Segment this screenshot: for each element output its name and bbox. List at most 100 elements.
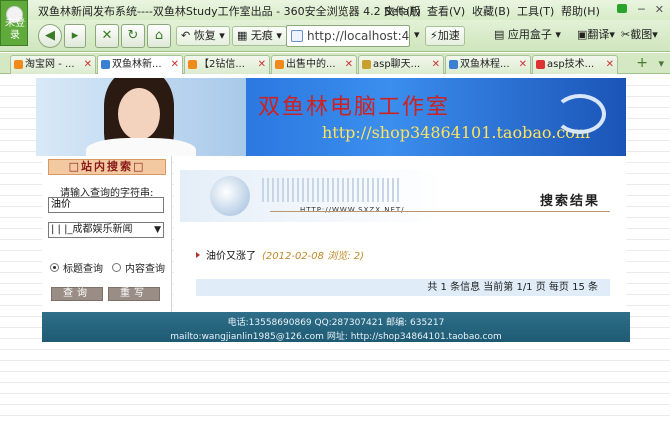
footer-links[interactable]: mailto:wangjianlin1985@126.com 网址: http:… <box>42 329 630 342</box>
tab-list-icon[interactable]: ▾ <box>658 57 664 70</box>
taobao-icon <box>14 60 23 69</box>
tab-label: 出售中的... <box>286 59 336 70</box>
page-icon <box>449 60 458 69</box>
tab-asp-tech[interactable]: asp技术... ✕ <box>532 55 618 74</box>
address-bar[interactable]: http://localhost:45 <box>286 25 410 47</box>
tab-label: 淘宝网 - ... <box>25 59 75 70</box>
header-divider <box>270 211 610 212</box>
tab-label: 双鱼林新... <box>112 59 162 70</box>
globe-icon <box>210 176 250 216</box>
close-tab-icon[interactable]: ✕ <box>84 56 92 73</box>
tab-strip: 淘宝网 - ... ✕ 双鱼林新... ✕ 【2钻信... ✕ 出售中的... … <box>0 53 670 74</box>
no-trace-button[interactable]: ▦ 无痕 ▾ <box>232 26 287 46</box>
tab-shuangyulin-program[interactable]: 双鱼林程... ✕ <box>445 55 531 74</box>
menu-view[interactable]: 查看(V) <box>427 3 465 19</box>
menu-help[interactable]: 帮助(H) <box>561 3 600 19</box>
restore-label: 恢复 <box>193 29 216 42</box>
results-title: 搜索结果 <box>540 194 601 209</box>
app-box-label: 应用盒子 <box>507 28 552 41</box>
no-trace-label: 无痕 <box>250 29 273 42</box>
restore-button[interactable]: ↶ 恢复 ▾ <box>176 26 230 46</box>
result-title-link[interactable]: 油价又涨了 <box>206 247 256 262</box>
refresh-icon[interactable]: ↻ <box>121 24 145 48</box>
result-item: 油价又涨了 (2012-02-08 浏览: 2) <box>196 247 364 262</box>
browser-titlebar: 双鱼林新闻发布系统----双鱼林Study工作室出品 - 360安全浏览器 4.… <box>0 0 670 20</box>
site-footer: 电话:13558690869 QQ:287307421 邮编: 635217 m… <box>42 312 630 342</box>
tab-label: asp聊天... <box>373 59 421 70</box>
forward-icon[interactable]: ▸ <box>64 24 86 48</box>
bullet-icon <box>196 251 200 258</box>
taobao-icon <box>188 60 197 69</box>
radio-content-button[interactable] <box>112 263 121 272</box>
browser-toolbar: ◀ ▸ ✕ ↻ ⌂ ↶ 恢复 ▾ ▦ 无痕 ▾ http://localhost… <box>0 20 670 52</box>
menu-favorites[interactable]: 收藏(B) <box>472 3 510 19</box>
close-tab-icon[interactable]: ✕ <box>171 56 179 73</box>
radio-title-button[interactable] <box>50 263 59 272</box>
footer-contact: 电话:13558690869 QQ:287307421 邮编: 635217 <box>227 318 445 328</box>
address-dropdown-icon[interactable]: ▾ <box>414 26 420 46</box>
page-icon <box>362 60 371 69</box>
category-selected: | | |_成都娱乐新闻 <box>51 224 133 235</box>
search-button[interactable]: 查询 <box>51 287 103 301</box>
accelerate-button[interactable]: ⚡加速 <box>425 26 465 46</box>
tab-taobao[interactable]: 淘宝网 - ... ✕ <box>10 55 96 74</box>
result-meta: (2012-02-08 浏览: 2) <box>262 251 365 262</box>
new-tab-icon[interactable]: + <box>636 55 648 71</box>
translate-button[interactable]: ▣翻译▾ <box>573 26 619 46</box>
banner-photo-face <box>118 88 160 140</box>
login-label: 未登录 <box>5 18 25 41</box>
site-search-panel: □站内搜索□ 请输入查询的字符串: 油价 | | |_成都娱乐新闻 ▼ 标题查询… <box>42 156 172 312</box>
search-panel-title: □站内搜索□ <box>48 159 166 175</box>
skin-icon[interactable] <box>617 4 627 13</box>
tab-shuangyulin-news[interactable]: 双鱼林新... ✕ <box>97 55 183 74</box>
banner-photo-shirt <box>86 138 196 156</box>
page-icon <box>536 60 545 69</box>
header-pattern <box>262 178 402 202</box>
close-tab-icon[interactable]: ✕ <box>432 56 440 73</box>
swirl-logo-icon <box>554 94 606 134</box>
radio-title-search[interactable]: 标题查询 <box>50 260 103 275</box>
site-banner: 双鱼林电脑工作室 http://shop34864101.taobao.com <box>36 78 626 156</box>
chevron-down-icon: ▼ <box>154 225 161 235</box>
close-tab-icon[interactable]: ✕ <box>606 56 614 73</box>
tab-label: asp技术... <box>547 59 595 70</box>
address-text: http://localhost:45 <box>307 29 410 43</box>
radio-content-search[interactable]: 内容查询 <box>112 260 165 275</box>
banner-headline: 双鱼林电脑工作室 <box>258 95 451 120</box>
reset-button[interactable]: 重写 <box>108 287 160 301</box>
tab-label: 双鱼林程... <box>460 59 510 70</box>
close-tab-icon[interactable]: ✕ <box>258 56 266 73</box>
menu-file[interactable]: 文件(F) <box>384 3 421 19</box>
screenshot-label: 截图 <box>630 28 653 41</box>
results-header: HTTP://WWW.SXZX.NET/ 搜索结果 <box>180 170 620 222</box>
banner-url: http://shop34864101.taobao.com <box>322 123 591 142</box>
back-icon[interactable]: ◀ <box>38 24 62 48</box>
radio-content-label: 内容查询 <box>125 264 165 275</box>
tab-on-sale[interactable]: 出售中的... ✕ <box>271 55 357 74</box>
menu-tools[interactable]: 工具(T) <box>517 3 554 19</box>
minimize-icon[interactable]: ─ <box>638 3 645 16</box>
translate-label: 翻译 <box>587 28 610 41</box>
banner-photo <box>36 78 246 156</box>
tab-diamond-credit[interactable]: 【2钻信... ✕ <box>184 55 270 74</box>
pagination-info: 共 1 条信息 当前第 1/1 页 每页 15 条 <box>196 279 610 296</box>
page-icon <box>101 60 110 69</box>
taobao-icon <box>275 60 284 69</box>
results-panel: HTTP://WWW.SXZX.NET/ 搜索结果 油价又涨了 (2012-02… <box>174 156 626 312</box>
close-window-icon[interactable]: ✕ <box>655 3 664 16</box>
page-viewport: 双鱼林电脑工作室 http://shop34864101.taobao.com … <box>0 75 670 423</box>
login-button[interactable]: 未登录 <box>0 0 28 46</box>
category-select[interactable]: | | |_成都娱乐新闻 ▼ <box>48 222 164 238</box>
close-tab-icon[interactable]: ✕ <box>519 56 527 73</box>
page-icon <box>291 30 303 42</box>
app-box-button[interactable]: ▤ 应用盒子 ▾ <box>490 26 565 46</box>
window-controls: ─ ✕ <box>638 3 664 16</box>
home-icon[interactable]: ⌂ <box>147 24 171 48</box>
tab-asp-chat[interactable]: asp聊天... ✕ <box>358 55 444 74</box>
stop-icon[interactable]: ✕ <box>95 24 119 48</box>
screenshot-button[interactable]: ✂截图▾ <box>617 26 662 46</box>
header-url: HTTP://WWW.SXZX.NET/ <box>300 206 405 214</box>
tab-label: 【2钻信... <box>199 59 245 70</box>
close-tab-icon[interactable]: ✕ <box>345 56 353 73</box>
keyword-input[interactable]: 油价 <box>48 197 164 213</box>
